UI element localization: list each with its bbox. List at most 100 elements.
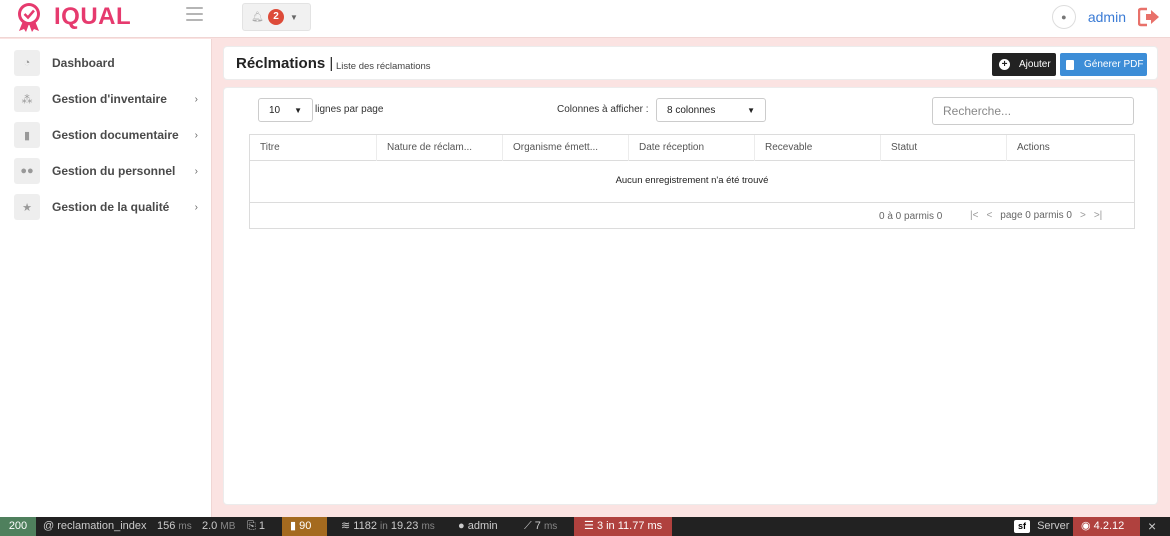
cache-unit: ms <box>421 521 435 532</box>
cache-time: 19.23 <box>390 520 419 532</box>
users-icon: ●● <box>14 158 40 184</box>
sidebar-item-dashboard[interactable]: ◔ Dashboard <box>14 50 204 76</box>
next-page-icon[interactable]: > <box>1080 210 1086 221</box>
table-header: Titre Nature de réclam... Organisme émet… <box>250 135 1134 161</box>
database-icon: ☰ <box>584 520 594 532</box>
user-menu: ● admin <box>1051 3 1160 31</box>
memory-value: 2.0 <box>202 520 218 532</box>
symfony-logo-icon: sf <box>1014 519 1030 533</box>
page-info: page 0 parmis 0 <box>1000 210 1072 221</box>
security-panel[interactable]: ● admin <box>458 517 498 536</box>
search-input[interactable] <box>932 97 1134 125</box>
record-count-info: 0 à 0 parmis 0 <box>879 211 943 222</box>
twig-unit: ms <box>543 521 558 532</box>
symfony-version[interactable]: ◉ 4.2.12 <box>1073 517 1140 536</box>
route-name[interactable]: @ reclamation_index <box>43 517 147 536</box>
user-icon: ● <box>458 520 465 532</box>
sidebar-item-label: Gestion d'inventaire <box>52 92 167 106</box>
column-header-organisme[interactable]: Organisme émett... <box>503 135 629 161</box>
sidebar-item-label: Dashboard <box>52 56 115 70</box>
table-footer: 0 à 0 parmis 0 |< < page 0 parmis 0 > >| <box>250 203 1134 229</box>
generate-pdf-label: Génerer PDF <box>1084 59 1144 70</box>
user-name[interactable]: admin <box>1088 9 1126 25</box>
file-icon <box>1066 59 1074 70</box>
brand-logo[interactable]: IQUAL <box>14 2 131 32</box>
request-time[interactable]: 156 ms <box>157 517 192 536</box>
sidebar-item-inventaire[interactable]: ⁂ Gestion d'inventaire › <box>14 86 204 112</box>
menu-toggle-icon[interactable] <box>186 7 203 21</box>
server-label: Server <box>1037 520 1070 532</box>
deprecations-panel[interactable]: ▮ 90 <box>282 517 327 536</box>
notification-badge: 2 <box>268 9 284 25</box>
dashboard-icon: ◔ <box>14 50 40 76</box>
chevron-right-icon: › <box>194 201 198 213</box>
forms-icon: ⎘ <box>247 520 256 532</box>
add-button-label: Ajouter <box>1019 59 1051 70</box>
column-header-date-reception[interactable]: Date réception <box>629 135 755 161</box>
title-separator: | <box>329 55 334 72</box>
columns-value: 8 colonnes <box>667 104 716 116</box>
security-user: admin <box>467 520 498 532</box>
top-navbar: IQUAL 🔔︎ 2 ▼ ● admin <box>0 0 1170 38</box>
cache-count: 1182 <box>353 520 377 532</box>
sidebar-item-label: Gestion documentaire <box>52 128 179 142</box>
memory-unit: MB <box>220 521 236 532</box>
column-header-statut[interactable]: Statut <box>881 135 1007 161</box>
forms-panel[interactable]: ⎘ 1 <box>247 517 265 536</box>
twig-panel[interactable]: ⟋ 7 ms <box>524 517 557 536</box>
cache-panel[interactable]: ≋ 1182 in 19.23 ms <box>341 517 435 536</box>
status-code[interactable]: 200 <box>0 517 36 536</box>
symfony-icon: ◉ <box>1081 520 1091 532</box>
close-toolbar-icon[interactable]: × <box>1148 517 1156 536</box>
user-icon[interactable]: ● <box>1051 5 1076 29</box>
sidebar-item-documentaire[interactable]: ▮ Gestion documentaire › <box>14 122 204 148</box>
plus-circle-icon: + <box>999 59 1010 70</box>
star-icon: ★ <box>14 194 40 220</box>
warnings-count: 90 <box>299 520 312 532</box>
sidebar: ◔ Dashboard ⁂ Gestion d'inventaire › ▮ G… <box>0 39 212 517</box>
notifications-dropdown[interactable]: 🔔︎ 2 ▼ <box>242 3 311 31</box>
last-page-icon[interactable]: >| <box>1094 210 1102 221</box>
column-header-nature[interactable]: Nature de réclam... <box>377 135 503 161</box>
time-unit: ms <box>178 521 192 532</box>
sidebar-item-personnel[interactable]: ●● Gestion du personnel › <box>14 158 204 184</box>
page-title-text: Réclmations <box>236 55 326 72</box>
pagination: |< < page 0 parmis 0 > >| <box>970 210 1110 221</box>
file-icon: ▮ <box>14 122 40 148</box>
logout-icon[interactable] <box>1138 7 1160 27</box>
first-page-icon[interactable]: |< <box>970 210 978 221</box>
bell-icon: 🔔︎ <box>251 12 264 23</box>
symfony-debug-toolbar: 200 @ reclamation_index 156 ms 2.0 MB ⎘ … <box>0 517 1170 536</box>
sidebar-item-qualite[interactable]: ★ Gestion de la qualité › <box>14 194 204 220</box>
column-header-titre[interactable]: Titre <box>250 135 377 161</box>
generate-pdf-button[interactable]: Génerer PDF <box>1060 53 1147 76</box>
cubes-icon: ⁂ <box>14 86 40 112</box>
database-queries: 3 in 11.77 ms <box>596 520 663 532</box>
empty-message: Aucun enregistrement n'a été trouvé <box>250 161 1134 203</box>
award-icon <box>18 3 40 32</box>
chevron-right-icon: › <box>194 129 198 141</box>
page-subtitle: Liste des réclamations <box>336 61 431 72</box>
reclamations-panel: 10 ▼ lignes par page Colonnes à afficher… <box>223 87 1158 505</box>
caret-down-icon: ▼ <box>747 105 755 115</box>
chevron-right-icon: › <box>194 93 198 105</box>
twig-value: 7 <box>534 520 541 532</box>
time-value: 156 <box>157 520 176 532</box>
sidebar-item-label: Gestion du personnel <box>52 164 176 178</box>
column-header-recevable[interactable]: Recevable <box>755 135 881 161</box>
columns-label: Colonnes à afficher : <box>557 104 649 115</box>
columns-select[interactable]: 8 colonnes ▼ <box>656 98 766 122</box>
prev-page-icon[interactable]: < <box>986 210 992 221</box>
sidebar-item-label: Gestion de la qualité <box>52 200 170 214</box>
add-button[interactable]: + Ajouter <box>992 53 1056 76</box>
twig-icon: ⟋ <box>524 520 532 532</box>
version-value: 4.2.12 <box>1093 520 1125 532</box>
warning-icon: ▮ <box>290 520 297 532</box>
page-length-select[interactable]: 10 ▼ <box>258 98 313 122</box>
memory-usage[interactable]: 2.0 MB <box>202 517 235 536</box>
database-panel[interactable]: ☰ 3 in 11.77 ms <box>574 517 672 536</box>
page-title: Réclmations | <box>236 55 333 72</box>
server-panel[interactable]: sf Server <box>1014 517 1069 536</box>
caret-down-icon: ▼ <box>294 105 302 115</box>
brand-name: IQUAL <box>54 3 132 30</box>
